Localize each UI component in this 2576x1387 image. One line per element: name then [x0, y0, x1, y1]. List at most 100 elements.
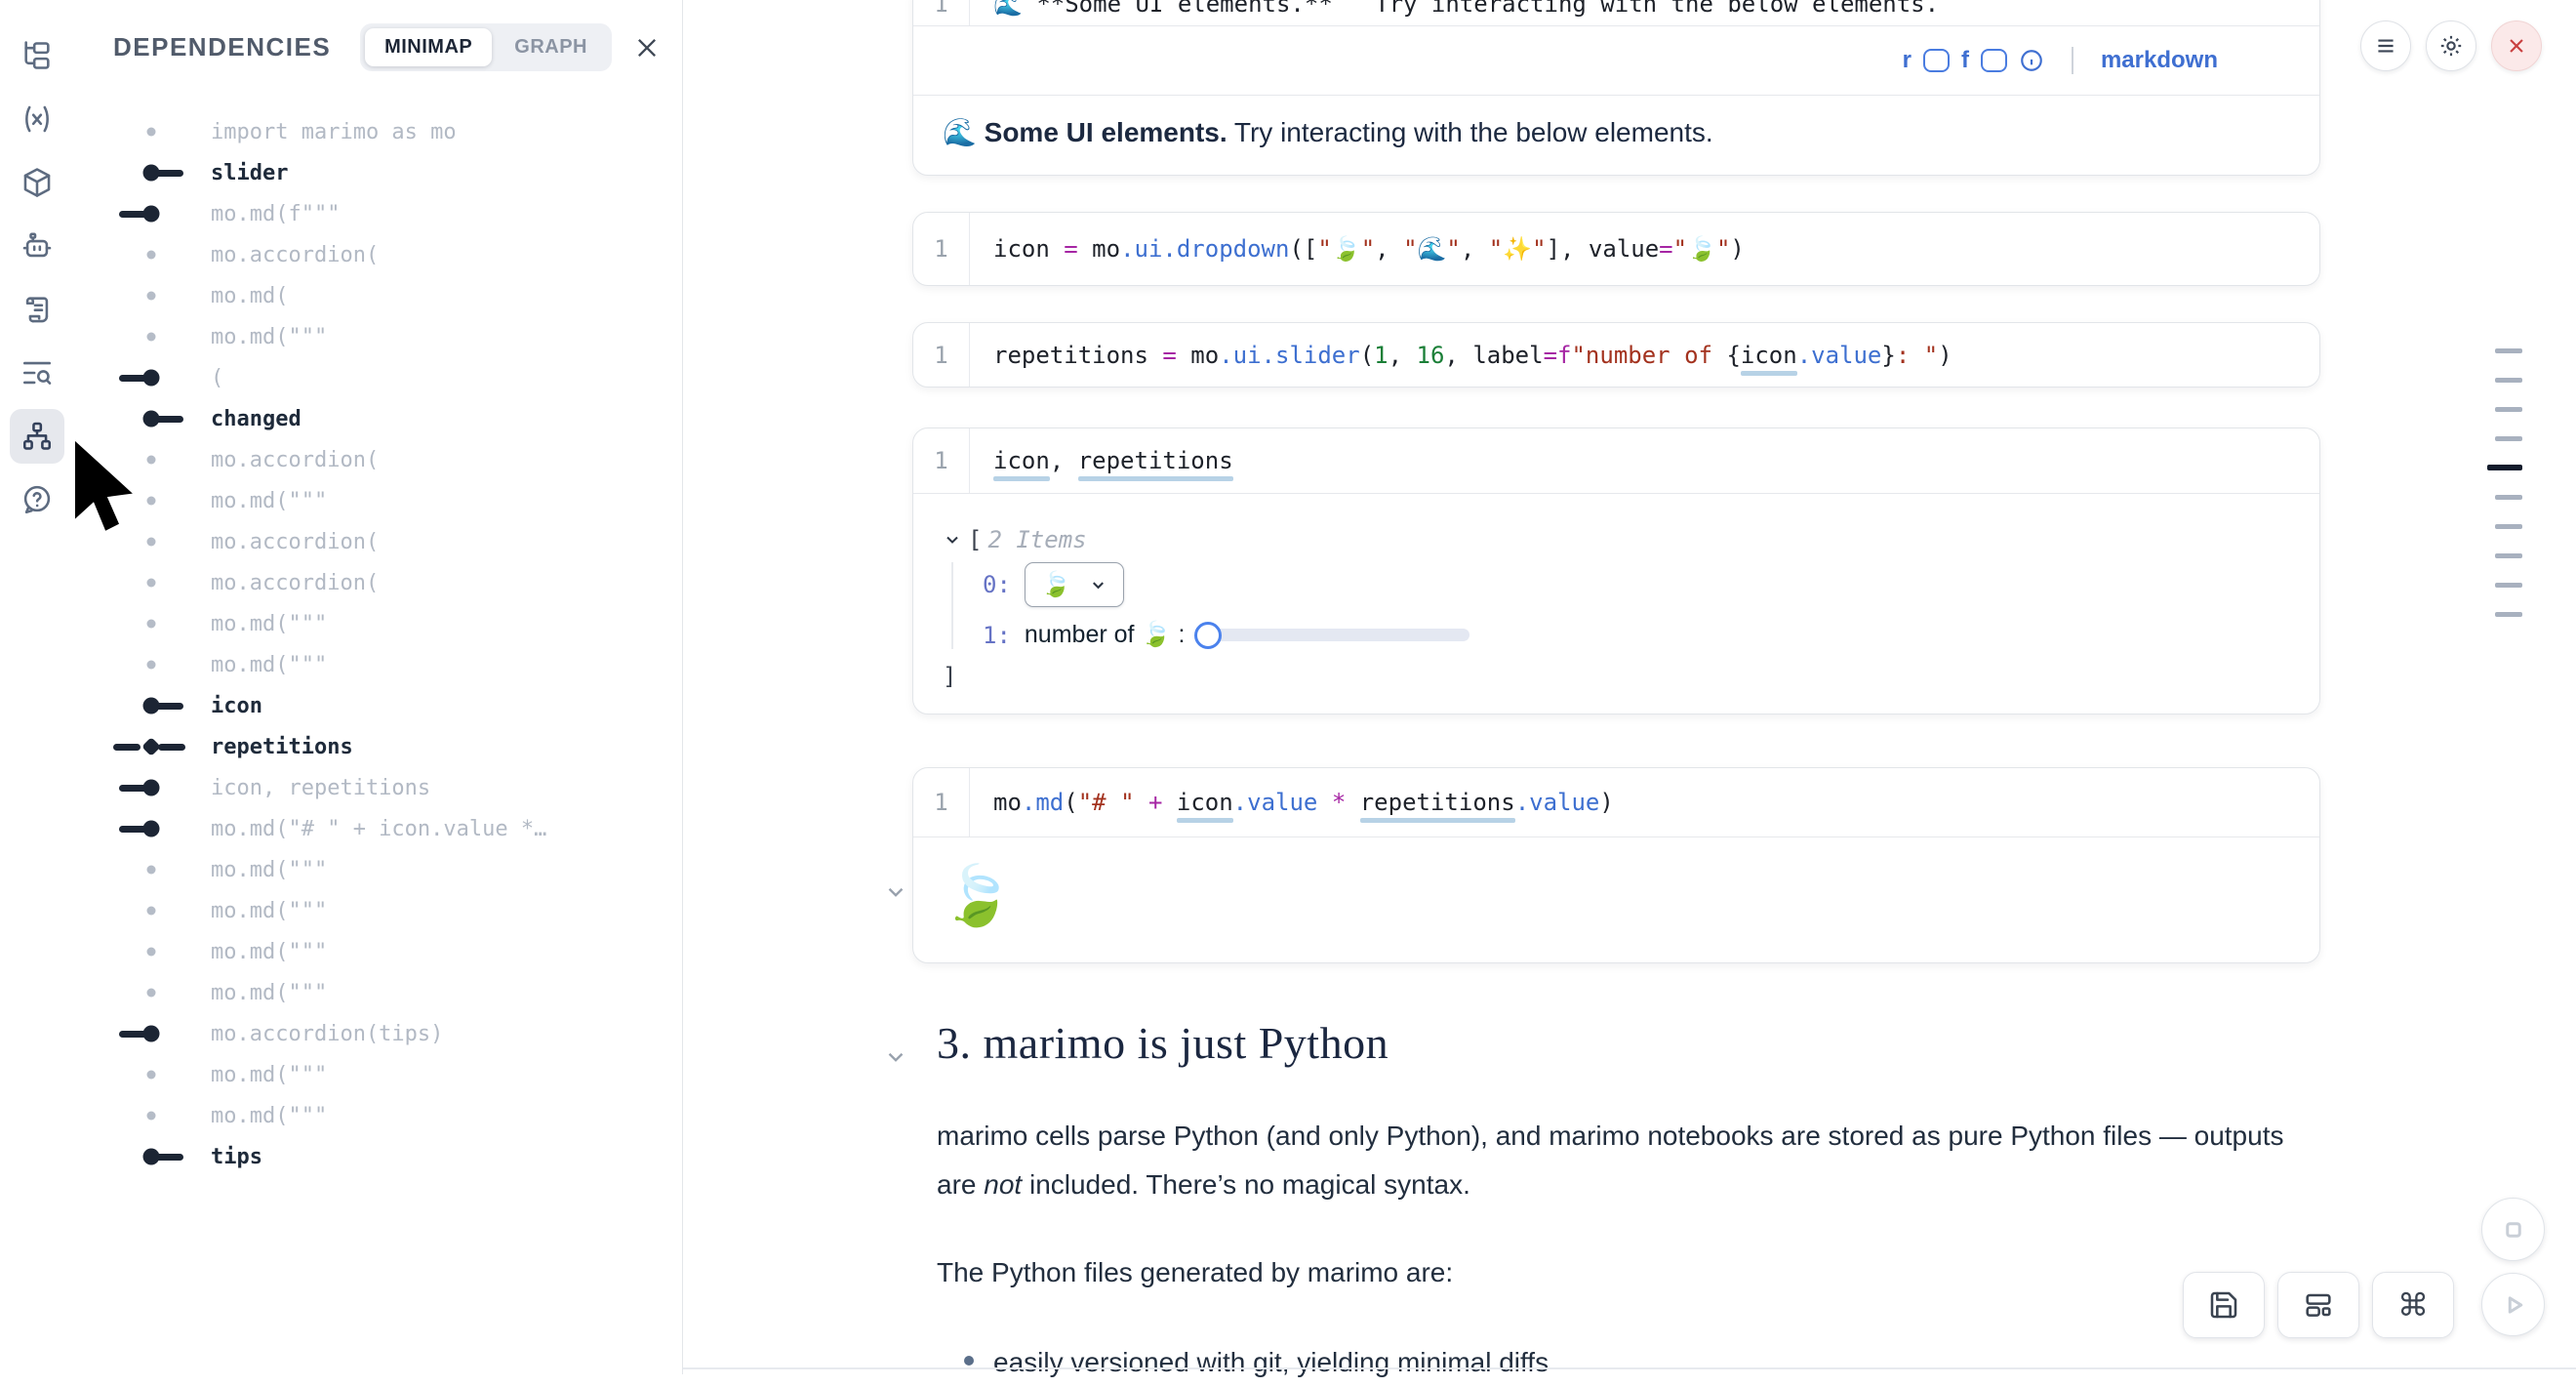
- run-button[interactable]: [2481, 1273, 2545, 1336]
- play-icon: [2499, 1290, 2528, 1320]
- save-button[interactable]: [2183, 1272, 2265, 1338]
- minimap-item[interactable]: mo.md(""": [74, 644, 682, 685]
- shortcuts-button[interactable]: ⌘: [2372, 1272, 2454, 1338]
- hamburger-icon: [2373, 33, 2398, 59]
- minimap-item[interactable]: mo.md(""": [74, 316, 682, 357]
- menu-button[interactable]: [2360, 20, 2411, 71]
- stop-icon: [2499, 1215, 2528, 1244]
- markdown-mode-button[interactable]: markdown: [2101, 47, 2218, 74]
- code-editor[interactable]: 1 🌊 **Some UI elements.** Try interactin…: [913, 0, 2319, 26]
- minimap-item[interactable]: changed: [74, 398, 682, 439]
- chevron-down-icon[interactable]: [943, 530, 962, 550]
- bullet-icon: [964, 1356, 974, 1366]
- code-editor[interactable]: 1 icon = mo.ui.dropdown(["🍃", "🌊", "✨"],…: [913, 213, 2319, 285]
- view-tabs: MINIMAP GRAPH: [360, 23, 612, 71]
- markdown-document: 3. marimo is just Python marimo cells pa…: [937, 1017, 2332, 1387]
- minimap-item[interactable]: icon, repetitions: [74, 767, 682, 808]
- minimap-item[interactable]: import marimo as mo: [74, 111, 682, 152]
- minimap-item[interactable]: (: [74, 357, 682, 398]
- slider-thumb[interactable]: [1194, 622, 1222, 649]
- settings-button[interactable]: [2426, 20, 2476, 71]
- scroll-mark[interactable]: [2487, 394, 2526, 424]
- r-toggle-label: r: [1903, 47, 1912, 74]
- minimap-item[interactable]: mo.md(""": [74, 890, 682, 931]
- minimap-item[interactable]: mo.md(""": [74, 1095, 682, 1136]
- scroll-mark[interactable]: [2487, 570, 2526, 599]
- close-panel-icon[interactable]: [633, 34, 661, 61]
- scroll-mark[interactable]: [2487, 482, 2526, 511]
- tree-index-0: 0:: [983, 571, 1011, 598]
- cell-repetitions-slider: 1 repetitions = mo.ui.slider(1, 16, labe…: [912, 322, 2320, 388]
- logs-icon[interactable]: [10, 282, 64, 337]
- info-icon[interactable]: [2019, 48, 2044, 73]
- scroll-mark[interactable]: [2487, 541, 2526, 570]
- scroll-mark[interactable]: [2487, 511, 2526, 541]
- chevron-down-icon: [1089, 576, 1107, 594]
- code-editor[interactable]: 1 mo.md("# " + icon.value * repetitions.…: [913, 768, 2319, 836]
- panel-title: DEPENDENCIES: [113, 32, 331, 62]
- output-emoji: 🌊: [943, 117, 985, 147]
- minimap-item[interactable]: tips: [74, 1136, 682, 1177]
- f-checkbox[interactable]: [1981, 49, 2007, 72]
- code-line[interactable]: icon, repetitions: [970, 447, 1233, 474]
- items-count: 2 Items: [987, 526, 1086, 553]
- minimap-list: import marimo as moslidermo.md(f"""mo.ac…: [74, 111, 682, 1177]
- minimap-item[interactable]: mo.md(""": [74, 603, 682, 644]
- minimap-item[interactable]: repetitions: [74, 726, 682, 767]
- repetitions-slider[interactable]: [1198, 629, 1469, 641]
- minimap-item[interactable]: slider: [74, 152, 682, 193]
- r-checkbox[interactable]: [1923, 49, 1950, 72]
- cell-markdown-header: 1 🌊 **Some UI elements.** Try interactin…: [912, 0, 2320, 176]
- scroll-mark[interactable]: [2487, 453, 2526, 482]
- f-toggle-label: f: [1961, 47, 1969, 74]
- tab-graph[interactable]: GRAPH: [495, 28, 607, 66]
- help-icon[interactable]: [10, 472, 64, 527]
- paragraph: marimo cells parse Python (and only Pyth…: [937, 1112, 2303, 1209]
- minimap-item[interactable]: icon: [74, 685, 682, 726]
- minimap-item[interactable]: mo.md(f""": [74, 193, 682, 234]
- variables-icon[interactable]: [10, 92, 64, 146]
- minimap-item[interactable]: mo.md(""": [74, 972, 682, 1013]
- file-tree-icon[interactable]: [10, 28, 64, 83]
- search-text-icon[interactable]: [10, 346, 64, 400]
- chevron-down-icon[interactable]: [883, 1044, 908, 1070]
- icon-dropdown-select[interactable]: 🍃: [1025, 562, 1124, 607]
- minimap-item[interactable]: mo.md("# " + icon.value *…: [74, 808, 682, 849]
- layout-icon: [2303, 1289, 2334, 1321]
- code-line[interactable]: mo.md("# " + icon.value * repetitions.va…: [970, 789, 1614, 816]
- code-editor[interactable]: 1 icon, repetitions: [913, 428, 2319, 493]
- line-number: 1: [913, 213, 970, 285]
- code-line[interactable]: repetitions = mo.ui.slider(1, 16, label=…: [970, 342, 1952, 369]
- close-icon: [2504, 33, 2529, 59]
- notebook-area: 1 🌊 **Some UI elements.** Try interactin…: [684, 0, 2576, 1374]
- scroll-mark[interactable]: [2487, 365, 2526, 394]
- chevron-down-icon[interactable]: [883, 879, 908, 905]
- minimap-item[interactable]: mo.md(""": [74, 1054, 682, 1095]
- line-number: 1: [913, 323, 970, 387]
- code-editor[interactable]: 1 repetitions = mo.ui.slider(1, 16, labe…: [913, 323, 2319, 387]
- dependency-graph-icon[interactable]: [10, 409, 64, 464]
- minimap-item[interactable]: mo.accordion(: [74, 234, 682, 275]
- scroll-mark[interactable]: [2487, 424, 2526, 453]
- minimap-item[interactable]: mo.accordion(: [74, 562, 682, 603]
- shutdown-button[interactable]: [2491, 20, 2542, 71]
- minimap-item[interactable]: mo.md(""": [74, 849, 682, 890]
- tree-output: [ 2 Items 0: 🍃 1: number of 🍃 :: [913, 494, 2319, 714]
- dependencies-panel: DEPENDENCIES MINIMAP GRAPH import marimo…: [74, 0, 683, 1374]
- gear-icon: [2438, 33, 2464, 59]
- floppy-icon: [2208, 1289, 2239, 1321]
- code-line[interactable]: 🌊 **Some UI elements.** Try interacting …: [970, 0, 1939, 18]
- packages-icon[interactable]: [10, 155, 64, 210]
- minimap-item[interactable]: mo.md(""": [74, 931, 682, 972]
- scroll-mark[interactable]: [2487, 336, 2526, 365]
- scroll-mark[interactable]: [2487, 599, 2526, 629]
- tab-minimap[interactable]: MINIMAP: [365, 28, 492, 66]
- stop-button[interactable]: [2481, 1198, 2545, 1261]
- minimap-item[interactable]: mo.md(: [74, 275, 682, 316]
- section-heading: 3. marimo is just Python: [937, 1017, 2332, 1069]
- layout-button[interactable]: [2277, 1272, 2359, 1338]
- code-line[interactable]: icon = mo.ui.dropdown(["🍃", "🌊", "✨"], v…: [970, 235, 1745, 263]
- ai-assistant-icon[interactable]: [10, 219, 64, 273]
- minimap-item[interactable]: mo.accordion(tips): [74, 1013, 682, 1054]
- output-rest-text: Try interacting with the below elements.: [1228, 117, 1713, 147]
